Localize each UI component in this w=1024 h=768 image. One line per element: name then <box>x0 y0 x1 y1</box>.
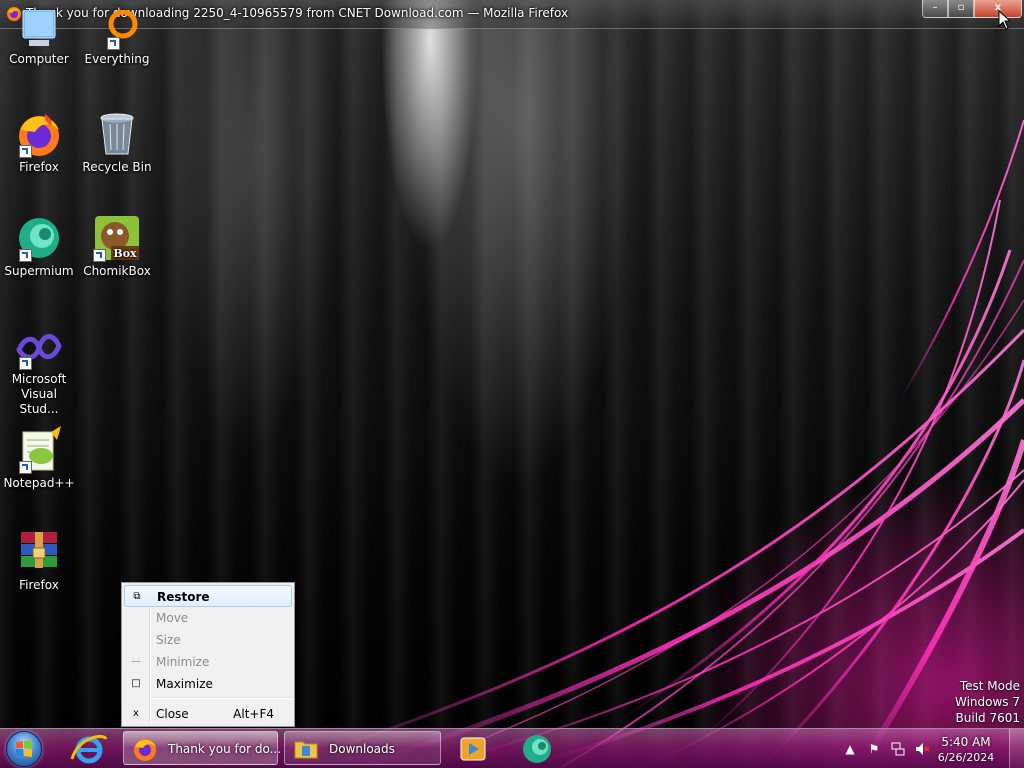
watermark-line: Test Mode <box>959 679 1020 693</box>
desktop-icon-label: Firefox <box>19 160 59 174</box>
taskbar: Thank you for do... Downloads ▲ ⚑ 5:40 A… <box>0 728 1024 768</box>
menu-item-minimize[interactable]: — Minimize <box>124 651 292 673</box>
system-tray: ▲ ⚑ 5:40 AM 6/26/2024 <box>840 729 1024 768</box>
action-center-flag-icon[interactable]: ⚑ <box>866 741 882 757</box>
menu-item-label: Restore <box>157 590 210 604</box>
desktop-icon-label: Everything <box>84 52 150 66</box>
minimize-button[interactable]: – <box>922 0 948 18</box>
close-icon: x <box>133 708 139 719</box>
desktop-icon-visual-studio[interactable]: Microsoft Visual Stud... <box>1 326 77 417</box>
desktop-icon-label: Recycle Bin <box>82 160 152 174</box>
network-icon[interactable] <box>890 741 906 757</box>
clock-time: 5:40 AM <box>941 735 991 749</box>
desktop-icon-label: Computer <box>9 52 69 66</box>
computer-icon <box>22 9 56 46</box>
desktop-icon-supermium[interactable]: Supermium <box>1 214 77 279</box>
desktop-icon-notepad-plus-plus[interactable]: Notepad++ <box>1 426 77 491</box>
windows-logo-icon <box>16 740 32 757</box>
desktop-icon-firefox-winrar[interactable]: Firefox <box>1 528 77 593</box>
winrar-icon <box>21 532 57 568</box>
taskbar-pinned-media-player[interactable] <box>448 731 498 767</box>
test-mode-watermark: Test Mode Windows 7 Build 7601 <box>955 678 1020 726</box>
menu-item-maximize[interactable]: □ Maximize <box>124 673 292 695</box>
maximize-icon: □ <box>131 678 141 689</box>
chomikbox-logo-text: Box <box>113 247 137 260</box>
taskbar-clock[interactable]: 5:40 AM 6/26/2024 <box>936 734 996 766</box>
taskbar-task-label: Thank you for do... <box>168 742 282 756</box>
media-player-icon <box>460 737 486 761</box>
menu-item-size[interactable]: Size <box>124 629 292 651</box>
menu-separator <box>152 697 292 699</box>
menu-item-close[interactable]: x Close Alt+F4 <box>124 703 292 725</box>
window-system-menu: ⧉ Restore Move Size — Minimize □ Maximiz… <box>121 582 295 727</box>
shortcut-arrow-icon <box>93 249 106 262</box>
menu-item-label: Move <box>156 611 189 625</box>
menu-item-move[interactable]: Move <box>124 607 292 629</box>
menu-item-label: Size <box>156 633 181 647</box>
desktop-icon-label: Firefox <box>19 578 59 592</box>
desktop-icon-recycle-bin[interactable]: Recycle Bin <box>79 110 155 175</box>
taskbar-task-firefox[interactable]: Thank you for do... <box>123 731 282 765</box>
menu-item-restore[interactable]: ⧉ Restore <box>124 585 292 607</box>
menu-item-label: Close <box>156 707 189 721</box>
taskbar-task-label: Downloads <box>329 742 395 756</box>
volume-muted-icon[interactable] <box>914 741 930 757</box>
taskbar-pinned-internet-explorer[interactable] <box>64 731 114 767</box>
supermium-icon <box>523 735 551 763</box>
desktop-icon-label: Supermium <box>4 264 74 278</box>
desktop-icon-firefox[interactable]: Firefox <box>1 110 77 175</box>
shortcut-arrow-icon <box>19 357 32 370</box>
show-desktop-button[interactable] <box>1009 729 1024 768</box>
desktop-icon-chomikbox[interactable]: Box ChomikBox <box>79 214 155 279</box>
watermark-line: Build 7601 <box>955 711 1020 725</box>
internet-explorer-icon <box>70 735 108 764</box>
taskbar-pinned-supermium[interactable] <box>512 731 562 767</box>
network-icon-graphic <box>891 742 905 756</box>
minimize-icon: — <box>131 656 141 667</box>
start-button[interactable] <box>6 731 42 767</box>
shortcut-arrow-icon <box>107 37 120 50</box>
desktop-icon-label: ChomikBox <box>83 264 151 278</box>
shortcut-arrow-icon <box>19 145 32 158</box>
desktop-icon-label: Microsoft Visual Stud... <box>11 372 67 416</box>
maximize-button[interactable]: ▫ <box>948 0 974 18</box>
menu-item-label: Maximize <box>156 677 213 691</box>
clock-date: 6/26/2024 <box>937 751 995 764</box>
desktop-icon-computer[interactable]: Computer <box>1 9 77 67</box>
menu-item-label: Minimize <box>156 655 210 669</box>
recycle-bin-icon <box>100 113 134 155</box>
shortcut-arrow-icon <box>19 249 32 262</box>
watermark-line: Windows 7 <box>954 695 1020 709</box>
restore-icon: ⧉ <box>133 591 141 602</box>
shortcut-arrow-icon <box>19 461 32 474</box>
show-hidden-icons-chevron-up-icon[interactable]: ▲ <box>842 741 858 757</box>
mouse-cursor-icon <box>998 10 1012 30</box>
menu-item-shortcut: Alt+F4 <box>233 707 274 721</box>
firefox-icon <box>134 739 156 761</box>
speaker-muted-icon <box>916 743 930 755</box>
desktop-icon-label: Notepad++ <box>3 476 75 490</box>
desktop: Thank you for downloading 2250_4-1096557… <box>0 0 1024 768</box>
desktop-icon-everything[interactable]: Everything <box>79 9 155 67</box>
taskbar-task-downloads[interactable]: Downloads <box>284 731 441 765</box>
folder-icon <box>294 741 318 759</box>
